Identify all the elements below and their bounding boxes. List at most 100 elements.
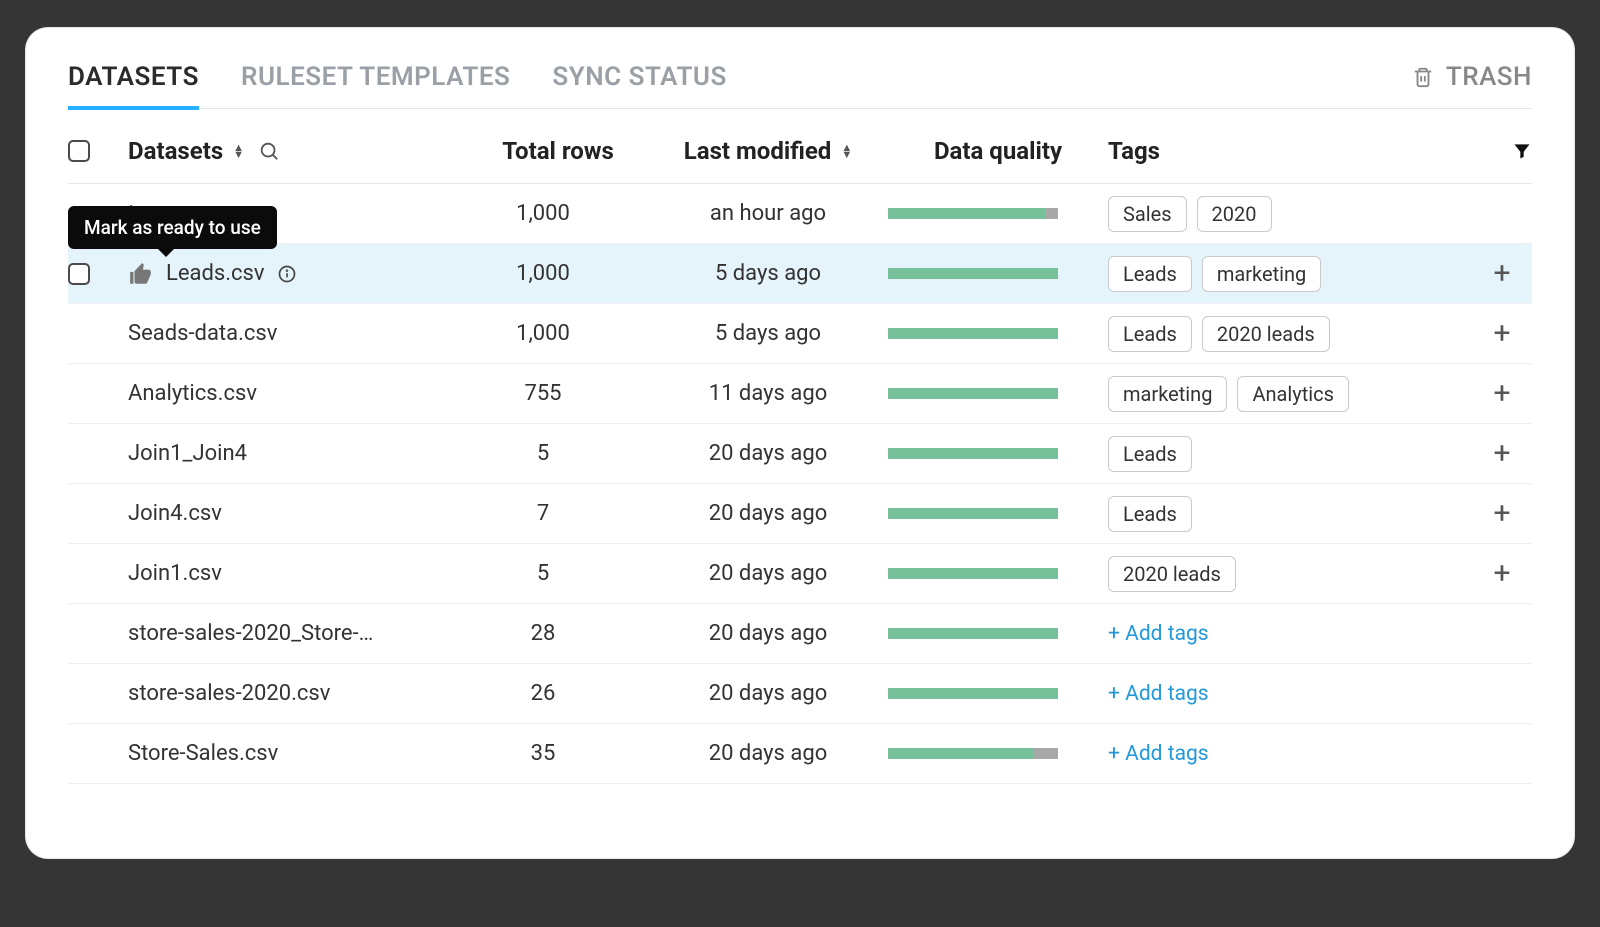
row-checkbox[interactable] [68,263,90,285]
search-icon[interactable] [258,140,280,162]
data-quality-cell [888,688,1108,699]
table-row[interactable]: Leads.csv1,0005 days agoLeadsmarketing+ [68,244,1532,304]
column-data-quality[interactable]: Data quality [888,137,1108,165]
thumbs-up-icon[interactable] [128,261,154,287]
add-tag-button[interactable]: + [1472,319,1532,349]
tag-chip[interactable]: 2020 [1197,196,1272,232]
add-tags-link[interactable]: + Add tags [1108,682,1209,706]
total-rows-value: 26 [468,681,648,706]
table-row[interactable]: Seads-data.csv 1,0005 days ago Leads 2020 l… [68,304,1532,364]
dataset-name[interactable]: store-sales-2020.csv [128,681,330,706]
tag-chip[interactable]: Sales [1108,196,1187,232]
tags-cell: + Add tags [1108,734,1472,774]
select-all-checkbox[interactable] [68,140,90,162]
column-tags-label: Tags [1108,137,1160,165]
table-row[interactable]: ta.csv1,000an hour agoSales2020 [68,184,1532,244]
last-modified-value: 11 days ago [648,381,888,406]
tags-cell: + Add tags [1108,614,1472,654]
data-quality-cell [888,628,1108,639]
tab-ruleset-templates[interactable]: RULESET TEMPLATES [241,56,510,98]
tag-chip[interactable]: Leads [1108,496,1192,532]
last-modified-value: 20 days ago [648,441,888,466]
data-quality-cell [888,448,1108,459]
tag-chip[interactable]: 2020 leads [1108,556,1236,592]
last-modified-value: 20 days ago [648,741,888,766]
dataset-name[interactable]: store-sales-2020_Store-… [128,621,373,646]
add-tags-link[interactable]: + Add tags [1108,622,1209,646]
tag-chip[interactable]: Leads [1108,436,1192,472]
tag-chip[interactable]: 2020 leads [1202,316,1330,352]
total-rows-value: 1,000 [468,321,648,346]
table-row[interactable]: Analytics.csv 75511 days ago marketing Anal… [68,364,1532,424]
tab-sync-status[interactable]: SYNC STATUS [552,56,727,98]
tags-cell: Leads [1108,488,1472,540]
trash-icon [1412,64,1434,90]
add-tag-button[interactable]: + [1472,499,1532,529]
tag-chip[interactable]: Leads [1108,256,1192,292]
last-modified-value: 20 days ago [648,681,888,706]
tag-chip[interactable]: Analytics [1237,376,1349,412]
dataset-name[interactable]: Leads.csv [166,261,265,286]
data-quality-cell [888,268,1108,279]
tag-chip[interactable]: marketing [1108,376,1227,412]
table-row[interactable]: store-sales-2020_Store-… 2820 days ago + A… [68,604,1532,664]
tags-cell: Leads marketing [1108,248,1472,300]
table-row[interactable]: Join1.csv 520 days ago 2020 leads + [68,544,1532,604]
last-modified-value: 5 days ago [648,321,888,346]
dataset-name[interactable]: Join1_Join4 [128,441,247,466]
quality-bar [888,508,1058,519]
column-last-modified-label: Last modified [684,137,832,165]
data-quality-cell [888,508,1108,519]
total-rows-value: 5 [468,441,648,466]
table-row[interactable]: Store-Sales.csv 3520 days ago + Add tags [68,724,1532,784]
dataset-name[interactable]: Seads-data.csv [128,321,277,346]
add-tag-button[interactable]: + [1472,379,1532,409]
tab-datasets[interactable]: DATASETS [68,56,199,98]
add-tag-button[interactable]: + [1472,259,1532,289]
column-last-modified[interactable]: Last modified ▲▼ [648,137,888,165]
table-body: ta.csv1,000an hour agoSales2020Leads.csv… [68,184,1532,784]
thumbs-up-tooltip: Mark as ready to use [68,206,277,249]
trash-label: TRASH [1446,62,1532,92]
tags-cell: + Add tags [1108,674,1472,714]
column-total-rows-label: Total rows [502,137,614,165]
tag-chip[interactable]: marketing [1202,256,1321,292]
column-total-rows[interactable]: Total rows [468,137,648,165]
total-rows-value: 1,000 [468,201,648,226]
column-datasets[interactable]: Datasets ▲▼ [128,137,468,165]
add-tags-link[interactable]: + Add tags [1108,742,1209,766]
data-quality-cell [888,748,1108,759]
total-rows-value: 28 [468,621,648,646]
total-rows-value: 755 [468,381,648,406]
last-modified-value: 20 days ago [648,621,888,646]
tags-cell: marketing Analytics [1108,368,1472,420]
trash-link[interactable]: TRASH [1412,62,1532,92]
add-tag-button[interactable]: + [1472,559,1532,589]
total-rows-value: 5 [468,561,648,586]
total-rows-value: 35 [468,741,648,766]
column-tags[interactable]: Tags [1108,137,1472,165]
quality-bar [888,208,1058,219]
quality-bar [888,748,1058,759]
sort-icon[interactable]: ▲▼ [841,144,852,158]
tag-chip[interactable]: Leads [1108,316,1192,352]
quality-bar [888,448,1058,459]
info-icon[interactable] [277,264,297,284]
data-quality-cell [888,208,1108,219]
table-row[interactable]: Join4.csv720 days agoLeads+ [68,484,1532,544]
table-row[interactable]: store-sales-2020.csv 2620 days ago + Add t… [68,664,1532,724]
tags-cell: 2020 leads [1108,548,1472,600]
dataset-name[interactable]: Join4.csv [128,501,222,526]
quality-bar [888,628,1058,639]
dataset-name[interactable]: Analytics.csv [128,381,257,406]
dataset-name[interactable]: Join1.csv [128,561,222,586]
add-tag-button[interactable]: + [1472,439,1532,469]
table-row[interactable]: Join1_Join4 520 days ago Leads + [68,424,1532,484]
dataset-name[interactable]: Store-Sales.csv [128,741,278,766]
quality-bar [888,568,1058,579]
last-modified-value: 20 days ago [648,561,888,586]
sort-icon[interactable]: ▲▼ [233,144,244,158]
filter-icon[interactable] [1512,141,1532,161]
table-header: Datasets ▲▼ Total rows Last modified ▲▼ … [68,109,1532,184]
last-modified-value: an hour ago [648,201,888,226]
